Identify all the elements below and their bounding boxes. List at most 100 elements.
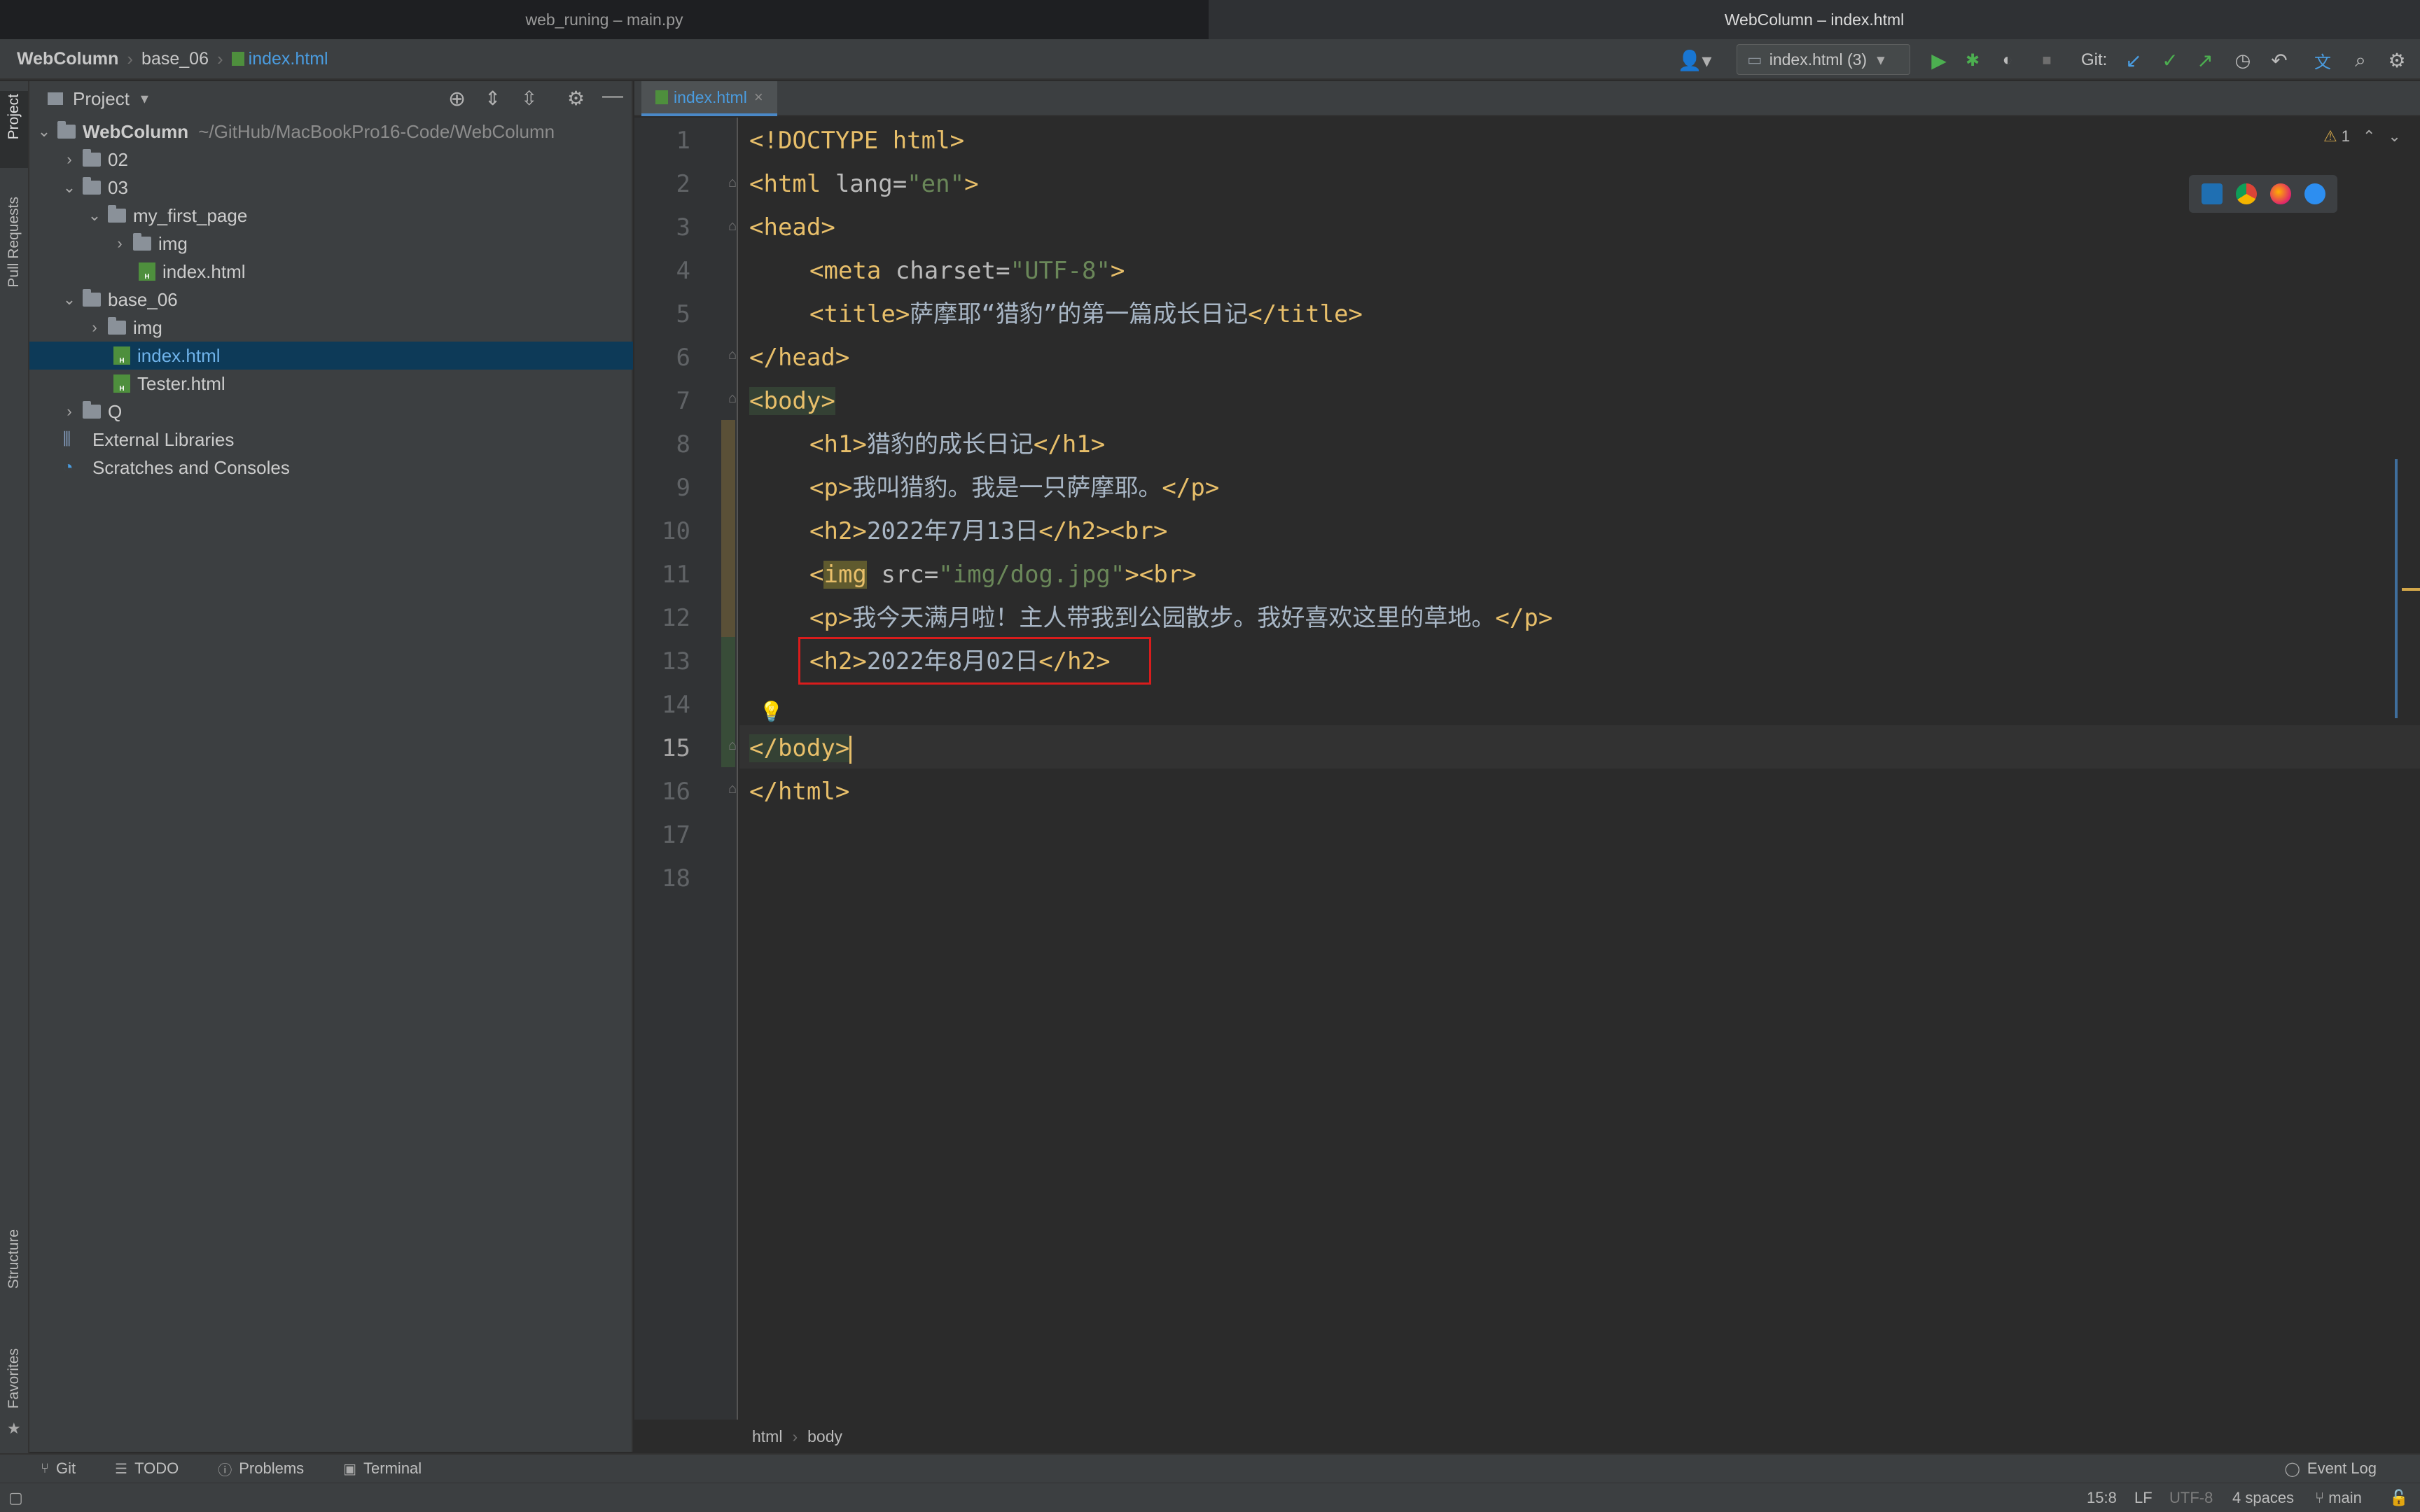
fold-icon[interactable]: ⌂: [728, 347, 737, 363]
fold-icon[interactable]: ⌂: [728, 738, 737, 754]
chevron-right-icon[interactable]: ›: [111, 234, 129, 253]
chevron-down-icon[interactable]: ⌄: [60, 290, 78, 309]
webstorm-browser-icon[interactable]: [2201, 183, 2223, 204]
coverage-icon[interactable]: ◐: [1996, 48, 2019, 72]
tool-todo[interactable]: ☰ TODO: [115, 1460, 179, 1478]
fold-icon[interactable]: ⌂: [728, 218, 737, 234]
tree-row-external-libraries[interactable]: ⫼ External Libraries: [29, 426, 633, 454]
code-line[interactable]: <html lang="en">: [749, 162, 979, 206]
git-history-icon[interactable]: ◷: [2231, 48, 2255, 72]
chevron-right-icon[interactable]: ›: [60, 150, 78, 169]
user-account-icon[interactable]: 👤▾: [1675, 48, 1714, 72]
git-update-icon[interactable]: ↙: [2122, 48, 2146, 72]
chevron-down-icon[interactable]: ⌄: [35, 122, 53, 141]
breadcrumb: WebColumn › base_06 › index.html: [17, 48, 328, 70]
git-push-icon[interactable]: ↗: [2193, 48, 2217, 72]
code-line[interactable]: <body>: [749, 379, 835, 423]
lock-icon[interactable]: 🔓: [2389, 1483, 2408, 1512]
code-line[interactable]: <title>萨摩耶“猎豹”的第一篇成长日记</title>: [809, 293, 1363, 336]
tree-row-q[interactable]: › Q: [29, 398, 633, 426]
code-line[interactable]: <h2>2022年7月13日</h2><br>: [809, 510, 1167, 553]
code-token-warning[interactable]: img: [823, 561, 867, 589]
git-branch[interactable]: ⑂ main: [2315, 1483, 2362, 1512]
code-line-current[interactable]: </body>: [749, 727, 852, 770]
warnings-indicator[interactable]: ⚠ 1 ⌃ ⌄: [2323, 126, 2401, 147]
tool-window-structure[interactable]: Structure: [6, 1229, 22, 1289]
debug-icon[interactable]: ✱: [1961, 48, 1984, 72]
git-commit-icon[interactable]: ✓: [2158, 48, 2182, 72]
locate-icon[interactable]: ⊕: [448, 87, 466, 111]
breadcrumb-file[interactable]: index.html: [249, 49, 328, 69]
code-line[interactable]: <h1>猎豹的成长日记</h1>: [809, 423, 1105, 466]
chevron-right-icon[interactable]: ›: [60, 402, 78, 421]
search-icon[interactable]: ⌕: [2349, 48, 2372, 72]
chrome-icon[interactable]: [2235, 183, 2257, 204]
collapse-all-icon[interactable]: ⇳: [521, 87, 537, 110]
tree-row-img[interactable]: › img: [29, 230, 633, 258]
project-panel-title[interactable]: Project: [73, 88, 130, 110]
tree-row-file[interactable]: H Tester.html: [29, 370, 633, 398]
file-encoding[interactable]: UTF-8: [2169, 1483, 2213, 1512]
expand-all-icon[interactable]: ⇕: [485, 87, 501, 110]
window-tab-index-html[interactable]: WebColumn – index.html: [1209, 0, 2420, 39]
translate-icon[interactable]: 文: [2311, 48, 2335, 72]
line-separator[interactable]: LF: [2134, 1483, 2153, 1512]
code-line[interactable]: </head>: [749, 336, 849, 379]
fold-icon[interactable]: ⌂: [728, 391, 737, 407]
fold-icon[interactable]: ⌂: [728, 781, 737, 797]
modified-lines-marker[interactable]: [721, 420, 735, 637]
toggle-tool-windows-icon[interactable]: ▢: [8, 1483, 23, 1512]
safari-icon[interactable]: [2304, 183, 2325, 204]
tool-terminal[interactable]: ▣ Terminal: [343, 1460, 422, 1478]
run-icon[interactable]: ▶: [1927, 48, 1951, 72]
indent-setting[interactable]: 4 spaces: [2232, 1483, 2294, 1512]
chevron-right-icon[interactable]: ›: [85, 318, 104, 337]
tree-row-file[interactable]: H index.html: [29, 258, 633, 286]
code-line[interactable]: <p>我叫猎豹。我是一只萨摩耶。</p>: [809, 466, 1219, 510]
caret-position[interactable]: 15:8: [2087, 1483, 2117, 1512]
code-line[interactable]: </html>: [749, 770, 849, 813]
chevron-down-icon[interactable]: ⌄: [60, 178, 78, 197]
tree-row-img[interactable]: › img: [29, 314, 633, 342]
settings-gear-icon[interactable]: ⚙: [2385, 48, 2409, 72]
fold-icon[interactable]: ⌂: [728, 175, 737, 191]
tool-window-pull-requests[interactable]: Pull Requests: [6, 197, 22, 288]
breadcrumb-project[interactable]: WebColumn: [17, 49, 118, 69]
tree-row-my-first-page[interactable]: ⌄ my_first_page: [29, 202, 633, 230]
run-configuration-select[interactable]: ▭ index.html (3) ▾: [1737, 44, 1910, 75]
editor-scrollbar[interactable]: [2395, 459, 2398, 718]
code-line[interactable]: <img src="img/dog.jpg"><br>: [809, 553, 1197, 596]
git-rollback-icon[interactable]: ↶: [2267, 48, 2291, 72]
firefox-icon[interactable]: [2269, 183, 2291, 204]
tree-row-base-06[interactable]: ⌄ base_06: [29, 286, 633, 314]
code-line[interactable]: <head>: [749, 206, 835, 249]
tool-problems[interactable]: ⓘ Problems: [218, 1459, 304, 1479]
previous-highlight-icon[interactable]: ⌃: [2363, 127, 2375, 146]
code-line[interactable]: <meta charset="UTF-8">: [809, 249, 1125, 293]
gear-icon[interactable]: ⚙: [567, 87, 585, 110]
tree-row-03[interactable]: ⌄ 03: [29, 174, 633, 202]
breadcrumb-body[interactable]: body: [807, 1427, 842, 1446]
tree-row-root[interactable]: ⌄ WebColumn ~/GitHub/MacBookPro16-Code/W…: [29, 118, 633, 146]
chevron-down-icon[interactable]: ⌄: [85, 206, 104, 225]
code-line[interactable]: <!DOCTYPE html>: [749, 119, 964, 162]
chevron-down-icon[interactable]: ▾: [141, 90, 148, 108]
editor-tab-index-html[interactable]: index.html ×: [641, 81, 777, 116]
code-line[interactable]: <p>我今天满月啦！主人带我到公园散步。我好喜欢这里的草地。</p>: [809, 596, 1552, 640]
close-icon[interactable]: ×: [754, 88, 763, 106]
tree-row-02[interactable]: › 02: [29, 146, 633, 174]
tool-event-log[interactable]: ◯ Event Log: [2285, 1460, 2377, 1478]
tool-window-project[interactable]: Project: [6, 94, 22, 139]
warning-stripe-marker[interactable]: [2402, 588, 2420, 591]
tool-window-favorites[interactable]: Favorites: [6, 1348, 22, 1408]
hide-panel-icon[interactable]: —: [602, 84, 623, 108]
next-highlight-icon[interactable]: ⌄: [2388, 127, 2400, 146]
tree-row-scratches[interactable]: ◔ Scratches and Consoles: [29, 454, 633, 482]
breadcrumb-html[interactable]: html: [752, 1427, 782, 1446]
tool-git[interactable]: ⑂ Git: [41, 1460, 76, 1478]
tree-row-file-selected[interactable]: H index.html: [29, 342, 633, 370]
breadcrumb-folder[interactable]: base_06: [141, 49, 209, 69]
lightbulb-icon[interactable]: 💡: [759, 700, 784, 723]
window-tab-main-py[interactable]: web_runing – main.py: [0, 0, 1209, 39]
stop-icon[interactable]: ■: [2035, 48, 2059, 72]
